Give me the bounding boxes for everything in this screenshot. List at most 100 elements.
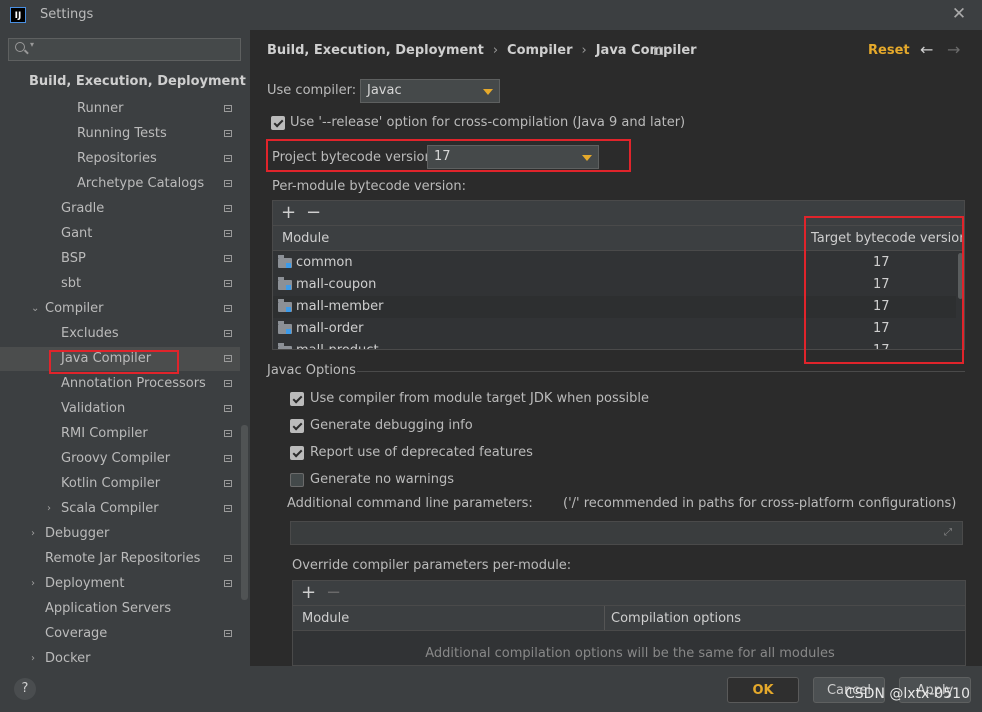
section-divider (357, 371, 965, 372)
sidebar-item-application-servers[interactable]: Application Servers (0, 597, 240, 621)
per-module-label: Per-module bytecode version: (272, 179, 466, 194)
project-settings-icon (654, 47, 663, 55)
sidebar-item-bsp[interactable]: BSP (0, 247, 240, 271)
chevron-right-icon[interactable]: › (47, 497, 51, 521)
sidebar-item-rmi-compiler[interactable]: RMI Compiler (0, 422, 240, 446)
sidebar-section-label: Build, Execution, Deployment (29, 74, 246, 89)
no-warnings-checkbox[interactable] (290, 473, 304, 487)
breadcrumb-item[interactable]: Compiler (507, 43, 572, 58)
project-settings-icon (224, 155, 232, 162)
sidebar-item-runner[interactable]: Runner (0, 97, 240, 121)
project-settings-icon (224, 455, 232, 462)
add-icon[interactable]: + (281, 202, 296, 224)
remove-icon[interactable]: − (306, 202, 321, 224)
sidebar-item-label: Archetype Catalogs (77, 176, 205, 191)
sidebar-item-compiler[interactable]: ⌄ Compiler (0, 297, 240, 321)
reset-link[interactable]: Reset (868, 43, 910, 58)
sidebar-item-debugger[interactable]: › Debugger (0, 522, 240, 546)
sidebar-item-label: Excludes (61, 326, 119, 341)
use-compiler-value: Javac (367, 83, 402, 98)
chevron-down-icon[interactable]: ⌄ (31, 297, 39, 321)
sidebar-item-label: Gradle (61, 201, 105, 216)
project-settings-icon (224, 305, 232, 312)
use-compiler-label: Use compiler: (267, 83, 357, 98)
breadcrumb-separator: › (492, 43, 499, 58)
sidebar-item-gant[interactable]: Gant (0, 222, 240, 246)
module-name: mall-member (296, 299, 384, 314)
sidebar-item-label: Running Tests (77, 126, 167, 141)
project-settings-icon (224, 555, 232, 562)
dropdown-arrow-icon (477, 80, 499, 102)
sidebar-item-label: Deployment (45, 576, 125, 591)
breadcrumb-item[interactable]: Build, Execution, Deployment (267, 43, 484, 58)
sidebar-item-deployment[interactable]: › Deployment (0, 572, 240, 596)
sidebar-item-label: Remote Jar Repositories (45, 551, 201, 566)
sidebar-item-label: Application Servers (45, 601, 172, 616)
sidebar-item-gradle[interactable]: Gradle (0, 197, 240, 221)
sidebar-item-label: Annotation Processors (61, 376, 206, 391)
sidebar-item-scala-compiler[interactable]: › Scala Compiler (0, 497, 240, 521)
settings-search-input[interactable]: ▾ (8, 38, 241, 61)
sidebar-item-running-tests[interactable]: Running Tests (0, 122, 240, 146)
help-icon[interactable]: ? (14, 678, 36, 700)
table-toolbar: + − (293, 581, 965, 606)
add-icon[interactable]: + (301, 582, 316, 604)
close-icon[interactable]: ✕ (951, 4, 967, 24)
sidebar-item-label: Coverage (45, 626, 108, 641)
sidebar-item-label: RMI Compiler (61, 426, 148, 441)
sidebar-item-label: Gant (61, 226, 93, 241)
params-label: Additional command line parameters: (287, 496, 533, 511)
module-name: mall-order (296, 321, 364, 336)
debug-info-checkbox[interactable] (290, 419, 304, 433)
sidebar-item-remote-jar-repositories[interactable]: Remote Jar Repositories (0, 547, 240, 571)
sidebar-item-repositories[interactable]: Repositories (0, 147, 240, 171)
column-header-module[interactable]: Module (302, 611, 349, 626)
column-divider[interactable] (604, 606, 605, 630)
project-settings-icon (224, 405, 232, 412)
expand-icon[interactable]: ⤢ (944, 527, 952, 538)
sidebar-item-label: Runner (77, 101, 124, 116)
column-header-compilation-options[interactable]: Compilation options (611, 611, 741, 626)
sidebar-item-label: Compiler (45, 301, 104, 316)
sidebar-section-build[interactable]: Build, Execution, Deployment (0, 70, 246, 94)
search-options-icon[interactable]: ▾ (30, 40, 34, 49)
sidebar-item-coverage[interactable]: Coverage (0, 622, 240, 646)
sidebar-item-label: Kotlin Compiler (61, 476, 161, 491)
sidebar-scrollbar[interactable] (241, 425, 248, 600)
title-bar (0, 0, 982, 30)
use-compiler-select[interactable]: Javac (360, 79, 500, 103)
forward-arrow-icon[interactable]: → (947, 40, 960, 59)
sidebar-item-archetype-catalogs[interactable]: Archetype Catalogs (0, 172, 240, 196)
sidebar-item-annotation-processors[interactable]: Annotation Processors (0, 372, 240, 396)
params-input[interactable]: ⤢ (290, 521, 963, 545)
deprecated-checkbox[interactable] (290, 446, 304, 460)
highlight-box (266, 139, 631, 172)
module-name: mall-product (296, 340, 379, 349)
release-option-checkbox[interactable] (271, 116, 285, 130)
project-settings-icon (224, 330, 232, 337)
watermark: CSDN @lxtx-0510 (845, 686, 970, 702)
target-jdk-checkbox[interactable] (290, 392, 304, 406)
sidebar-item-sbt[interactable]: sbt (0, 272, 240, 296)
module-folder-icon (278, 343, 292, 349)
chevron-right-icon[interactable]: › (31, 572, 35, 596)
project-settings-icon (224, 580, 232, 587)
ok-button[interactable]: OK (727, 677, 799, 703)
sidebar-item-excludes[interactable]: Excludes (0, 322, 240, 346)
chevron-right-icon[interactable]: › (31, 522, 35, 546)
project-settings-icon (224, 130, 232, 137)
project-settings-icon (224, 380, 232, 387)
project-settings-icon (224, 430, 232, 437)
project-settings-icon (224, 230, 232, 237)
column-header-module[interactable]: Module (282, 231, 329, 246)
settings-sidebar: ▾ Build, Execution, Deployment Runner Ru… (0, 30, 250, 666)
sidebar-item-validation[interactable]: Validation (0, 397, 240, 421)
module-folder-icon (278, 277, 292, 290)
module-folder-icon (278, 321, 292, 334)
sidebar-item-groovy-compiler[interactable]: Groovy Compiler (0, 447, 240, 471)
sidebar-item-kotlin-compiler[interactable]: Kotlin Compiler (0, 472, 240, 496)
back-arrow-icon[interactable]: ← (920, 40, 933, 59)
debug-info-label: Generate debugging info (310, 418, 473, 433)
sidebar-item-label: Scala Compiler (61, 501, 159, 516)
project-settings-icon (224, 630, 232, 637)
